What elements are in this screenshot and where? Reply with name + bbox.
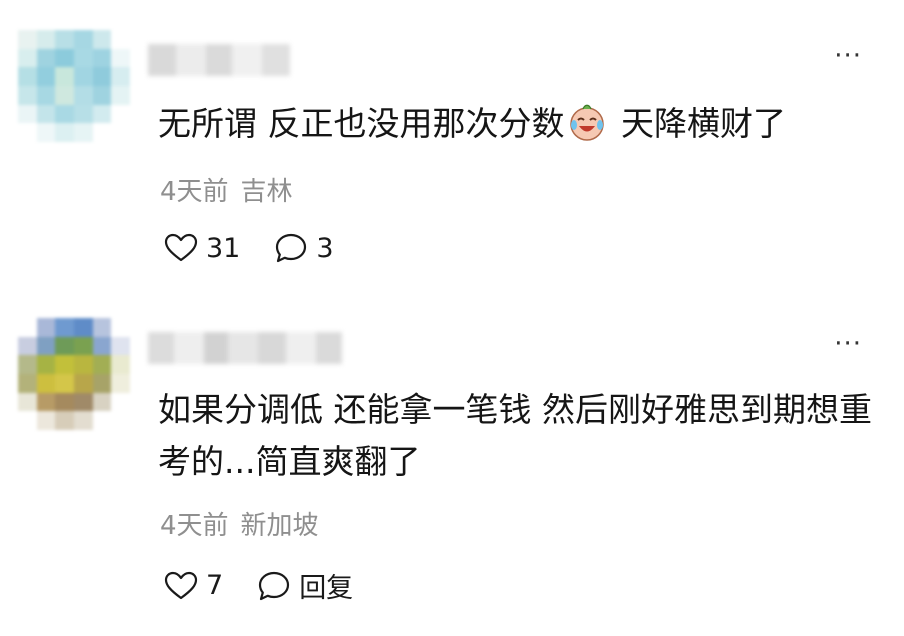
comment-time: 4天前 [160,177,229,207]
heart-icon [164,571,198,599]
avatar[interactable] [18,30,130,142]
reply-count: 3 [316,232,334,264]
reply-button[interactable]: 3 [274,232,334,264]
comment-text-part: 无所谓 反正也没用那次分数 [158,104,565,143]
comment-text-part: 天降横财了 [610,104,786,143]
more-options-button[interactable]: ··· [834,331,862,357]
comment-item: ··· 如果分调低 还能拿一笔钱 然后刚好雅思到期想重考的...简直爽翻了 4天… [0,300,904,636]
comment-bubble-icon [259,571,290,600]
heart-icon [164,233,198,262]
comment-time: 4天前 [160,511,229,541]
comment-item: ··· 无所谓 反正也没用那次分数 天降横财了 4天前 吉林 31 3 [0,0,904,300]
comment-meta: 4天前 新加坡 [160,510,319,542]
like-count: 7 [206,570,224,601]
comment-actions: 31 3 [164,232,368,264]
comment-location: 新加坡 [240,511,319,541]
comment-meta: 4天前 吉林 [160,176,293,208]
username[interactable] [148,44,290,76]
reply-label: 回复 [299,573,354,604]
comment-actions: 7 回复 [164,566,387,605]
comment-text: 如果分调低 还能拿一笔钱 然后刚好雅思到期想重考的...简直爽翻了 [158,390,872,481]
comment-location: 吉林 [240,177,293,207]
comment-text: 无所谓 反正也没用那次分数 天降横财了 [158,98,873,150]
reply-button[interactable]: 回复 [257,566,353,605]
like-button[interactable]: 7 [164,570,223,601]
like-count: 31 [206,232,241,264]
more-options-button[interactable]: ··· [834,43,862,69]
avatar[interactable] [18,318,130,430]
crying-laughing-emoji-icon [569,104,604,141]
comment-bubble-icon [276,233,307,263]
username[interactable] [148,332,342,364]
like-button[interactable]: 31 [164,233,240,264]
